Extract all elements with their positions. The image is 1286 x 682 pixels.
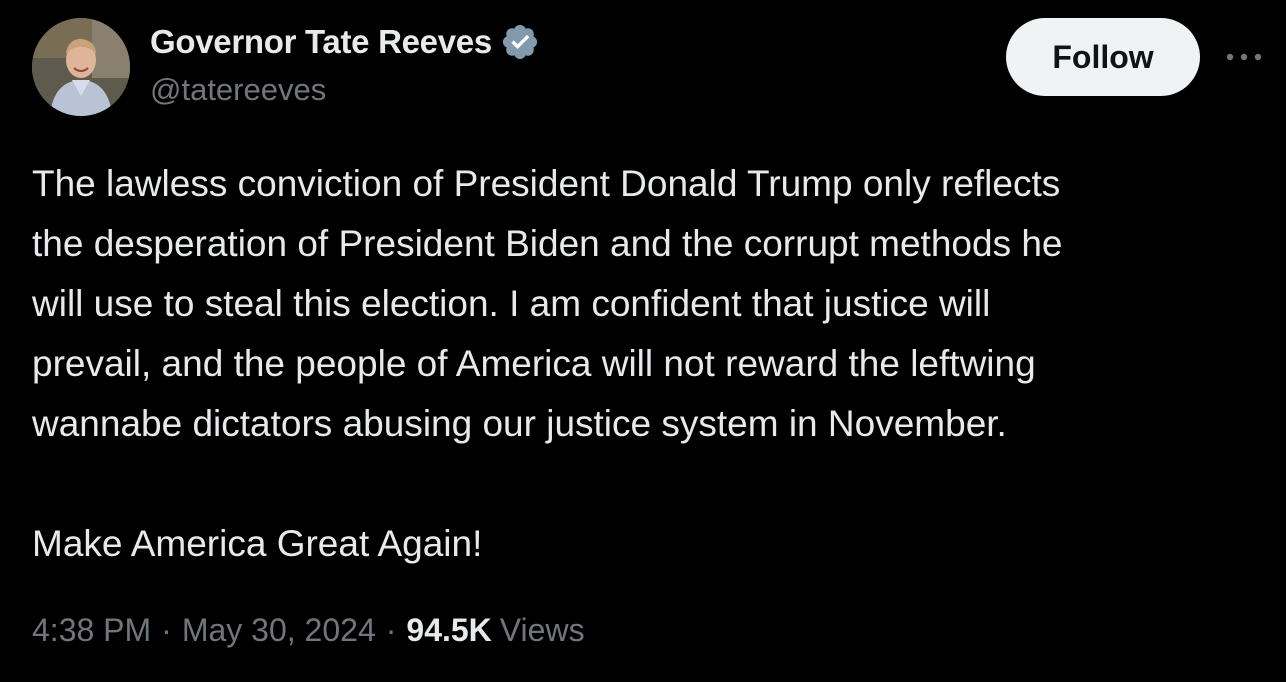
tweet-text: The lawless conviction of President Dona… xyxy=(32,154,1272,574)
tweet-text-line: the desperation of President Biden and t… xyxy=(32,223,1063,264)
tweet-text-line: The lawless conviction of President Dona… xyxy=(32,163,1061,204)
author-handle[interactable]: @tatereeves xyxy=(150,72,326,108)
meta-separator: · xyxy=(161,612,172,648)
tweet-time[interactable]: 4:38 PM xyxy=(32,612,151,649)
avatar[interactable] xyxy=(32,18,130,116)
tweet-text-line: Make America Great Again! xyxy=(32,523,483,564)
more-horizontal-icon[interactable] xyxy=(1222,40,1266,74)
author-display-name[interactable]: Governor Tate Reeves xyxy=(150,23,492,61)
meta-separator: · xyxy=(385,612,397,648)
follow-button[interactable]: Follow xyxy=(1006,18,1200,96)
tweet-card: Governor Tate Reeves @tatereeves Follow … xyxy=(0,0,1286,682)
tweet-text-line: prevail, and the people of America will … xyxy=(32,343,1036,384)
views-count: 94.5K xyxy=(406,612,492,648)
tweet-meta: 4:38 PM · May 30, 2024 · 94.5K Views xyxy=(32,612,585,649)
tweet-text-line: will use to steal this election. I am co… xyxy=(32,283,991,324)
views-label: Views xyxy=(499,612,585,648)
verified-badge-icon[interactable] xyxy=(500,22,540,62)
avatar-image xyxy=(32,18,130,116)
author-name-row: Governor Tate Reeves xyxy=(150,20,540,64)
tweet-text-line: wannabe dictators abusing our justice sy… xyxy=(32,403,1007,444)
tweet-date[interactable]: May 30, 2024 xyxy=(182,612,376,649)
